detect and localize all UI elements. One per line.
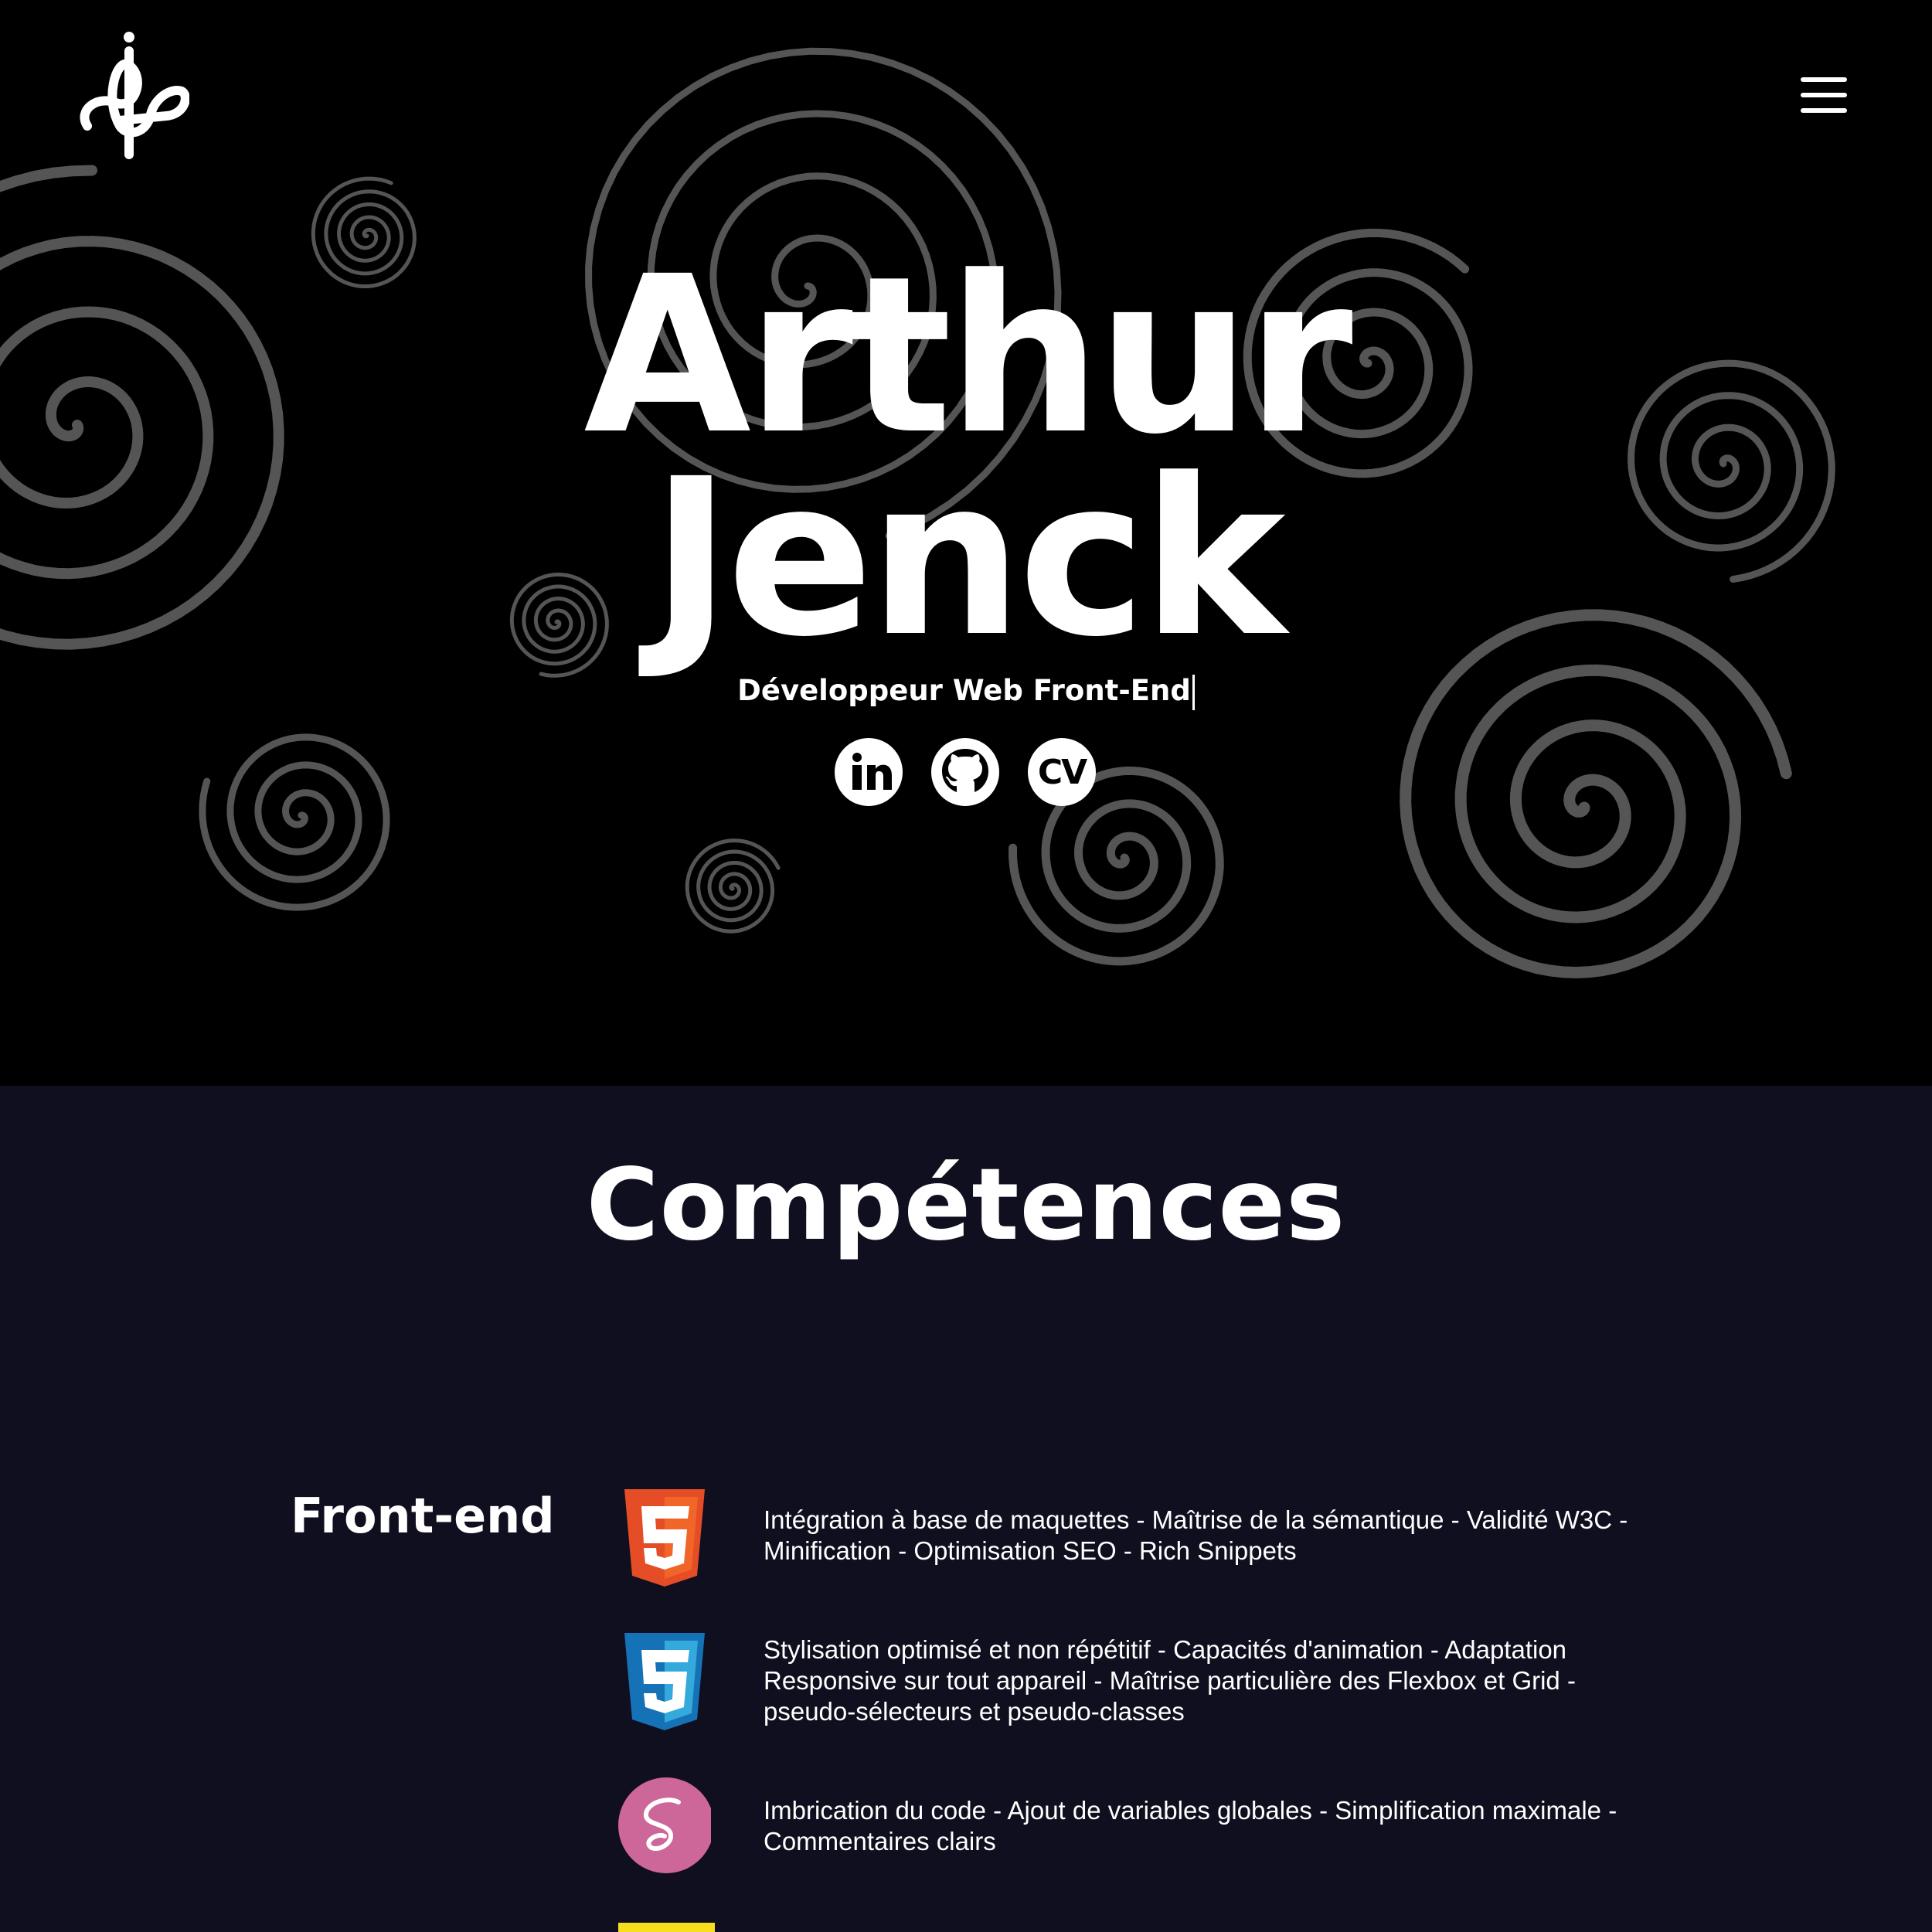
cv-link[interactable]: CV (1028, 738, 1096, 806)
job-title: Développeur Web Front-End (737, 674, 1191, 707)
social-links: CV (835, 738, 1097, 811)
github-icon (942, 749, 988, 792)
skills-title: Compétences (586, 1148, 1346, 1263)
spiral-decoration (685, 838, 781, 934)
hero-subtitle: Développeur Web Front-End (0, 674, 1932, 710)
first-name: Arthur (583, 230, 1352, 482)
aj-logo[interactable] (73, 29, 189, 161)
typing-caret (1192, 674, 1195, 710)
cv-icon: CV (1037, 752, 1087, 792)
hero-name: Arthur Jenck (0, 230, 1932, 685)
css3-description: Stylisation optimisé et non répétitif - … (764, 1635, 1576, 1726)
spiral-decoration (1400, 609, 1792, 979)
linkedin-link[interactable] (835, 738, 903, 806)
hero-section: Arthur Jenck Développeur Web Front-End C… (0, 0, 1932, 1086)
html5-icon (624, 1489, 705, 1587)
skills-section: Compétences Front-end Intégration à base… (0, 1086, 1932, 1932)
github-link[interactable] (931, 738, 999, 806)
javascript-icon (618, 1923, 715, 1932)
html5-description: Intégration à base de maquettes - Maîtri… (764, 1505, 1628, 1565)
css3-icon (624, 1633, 705, 1730)
linkedin-icon (852, 753, 892, 790)
category-frontend: Front-end (291, 1488, 555, 1544)
sass-description: Imbrication du code - Ajout de variables… (764, 1796, 1617, 1855)
last-name: Jenck (651, 433, 1286, 685)
sass-icon (618, 1777, 711, 1873)
hamburger-menu-icon[interactable] (1801, 77, 1856, 116)
spiral-decoration (199, 733, 390, 911)
